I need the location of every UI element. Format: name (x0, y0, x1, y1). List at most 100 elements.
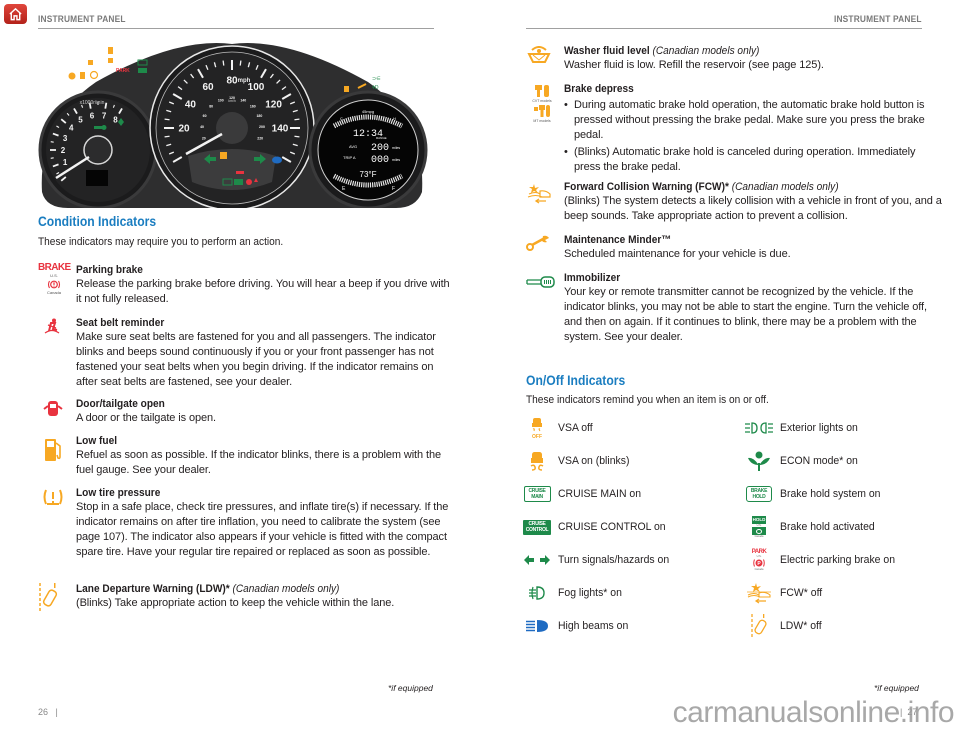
running-head: INSTRUMENT PANEL (38, 14, 126, 25)
entry-body: Your key or remote transmitter cannot be… (564, 286, 927, 343)
kmh-label: 220 (257, 136, 263, 140)
onoff-exterior-lights: Exterior lights on (742, 416, 862, 440)
tire-pressure-icon (38, 486, 70, 511)
onoff-label: VSA on (blinks) (558, 455, 630, 467)
vsa-off-icon: OFF (520, 416, 554, 440)
tach-label: 6 (90, 111, 95, 120)
mpg-label: 45mpg (362, 109, 374, 114)
gauge-tick (104, 102, 108, 109)
footnote: *if equipped (388, 683, 433, 693)
onoff-label: Turn signals/hazards on (558, 554, 670, 566)
ldw-off-icon (742, 614, 776, 638)
fcw-indicator (88, 60, 93, 65)
onoff-label: ECON mode* on (780, 455, 858, 467)
brake-hold-activated-icon: HOLD U.S. Canada (752, 516, 766, 538)
wrench-icon (526, 233, 558, 256)
header-rule (526, 28, 922, 29)
speed-label: 120 (265, 100, 282, 111)
temp-hot: H (393, 116, 396, 121)
tach-label: 7 (102, 111, 107, 120)
hold-indicator (138, 68, 147, 73)
exterior-light-indicator: ⊃∈ (372, 76, 381, 82)
onoff-label: Brake hold system on (780, 488, 881, 500)
high-beam-indicator (272, 156, 282, 164)
brake-depress-indicator (220, 152, 227, 159)
tach-label: 8 (113, 115, 118, 124)
onoff-cruise-main: CRUISE MAIN CRUISE MAIN on (520, 482, 645, 506)
onoff-econ-mode: ECON mode* on (742, 449, 862, 473)
entry-title: Seat belt reminder (76, 317, 165, 329)
brake-depress-mini (80, 72, 85, 79)
gauge-tick (164, 135, 170, 138)
fog-light-indicator: ǂD (372, 85, 379, 91)
fuel-pump-icon (38, 434, 70, 468)
condition-indicators-intro: These indicators may require you to perf… (38, 236, 284, 248)
onoff-electric-parking-brake: PARK U.S. P Canada Electric parking brak… (742, 548, 901, 572)
brake-indicator (236, 171, 244, 174)
entry-title: Lane Departure Warning (LDW)* (76, 583, 230, 595)
door-indicator (246, 179, 252, 185)
speed-label: 40 (185, 100, 197, 111)
onoff-vsa-off: OFF VSA off (520, 416, 595, 440)
trip-unit: miles (392, 158, 400, 162)
washer-fluid-icon (526, 44, 558, 69)
entry-body: Refuel as soon as possible. If the indic… (76, 449, 441, 476)
onoff-label: Exterior lights on (780, 422, 858, 434)
onoff-label: CRUISE MAIN on (558, 488, 642, 500)
onoff-indicators-title: On/Off Indicators (526, 373, 626, 388)
svg-text:OFF: OFF (532, 434, 542, 439)
brake-hold-system-icon: BRAKE HOLD (742, 482, 776, 506)
tpms-indicator (89, 70, 99, 80)
entry-title: Immobilizer (564, 272, 621, 284)
fuel-indicator (344, 86, 349, 92)
cruise-main-icon: CRUISE MAIN (520, 482, 554, 506)
temp-cold: C (340, 116, 343, 121)
entry-title: Washer fluid level (564, 45, 650, 57)
door-open-icon (38, 397, 70, 422)
speed-label: 60 (202, 82, 214, 93)
header-rule (38, 28, 434, 29)
right-page: INSTRUMENT PANEL Washer fluid level (Can… (480, 0, 960, 738)
turn-signals-icon (520, 548, 554, 572)
avg-label: AVG (349, 144, 357, 149)
watermark: carmanualsonline.info (672, 696, 955, 729)
econ-mode-icon (742, 449, 776, 473)
entry-note: (Canadian models only) (731, 181, 839, 193)
bullet-item: During automatic brake hold operation, t… (564, 98, 944, 143)
onoff-ldw-off: LDW* off (742, 614, 824, 638)
vsa-on-icon (520, 449, 554, 473)
trip-label: TRIP A (343, 155, 356, 160)
entry-body: (Blinks) The system detects a likely col… (564, 195, 942, 222)
onoff-turn-signals: Turn signals/hazards on (520, 548, 675, 572)
entry-title: Forward Collision Warning (FCW)* (564, 181, 729, 193)
outside-temp: 73°F (360, 170, 377, 179)
onoff-fog-lights: Fog lights* on (520, 581, 625, 605)
tach-label: 3 (63, 134, 68, 143)
entry-title: Brake depress (564, 83, 634, 95)
speed-label: 140 (272, 124, 289, 135)
onoff-label: Brake hold activated (780, 521, 875, 533)
lane-departure-icon (38, 582, 70, 617)
onoff-high-beams: High beams on (520, 614, 632, 638)
left-page: INSTRUMENT PANEL 12345678 x1000r/min 20 … (0, 0, 480, 738)
bullet-item: (Blinks) Automatic brake hold is cancele… (564, 145, 944, 175)
gauge-tick (294, 118, 300, 121)
home-button[interactable] (4, 4, 27, 24)
home-icon (9, 7, 22, 21)
fuel-full: F (392, 186, 395, 192)
cruise-control-icon: CRUISE CONTROL (520, 515, 554, 539)
kmh-label: 60 (203, 114, 207, 118)
entry-title: Door/tailgate open (76, 398, 165, 410)
tach-label: 5 (78, 115, 83, 124)
tach-label: 2 (61, 146, 66, 155)
entry-body: A door or the tailgate is open. (76, 412, 216, 424)
gauge-tick (222, 60, 225, 66)
kmh-label: 180 (256, 114, 262, 118)
tach-label: 4 (69, 123, 74, 132)
gauge-tick (294, 135, 300, 138)
forward-collision-icon (526, 180, 558, 211)
kmh-label: 200 (259, 125, 265, 129)
entry-title: Low tire pressure (76, 487, 161, 499)
kmh-label: 20 (202, 136, 206, 140)
tach-unit: x1000r/min (80, 100, 105, 106)
